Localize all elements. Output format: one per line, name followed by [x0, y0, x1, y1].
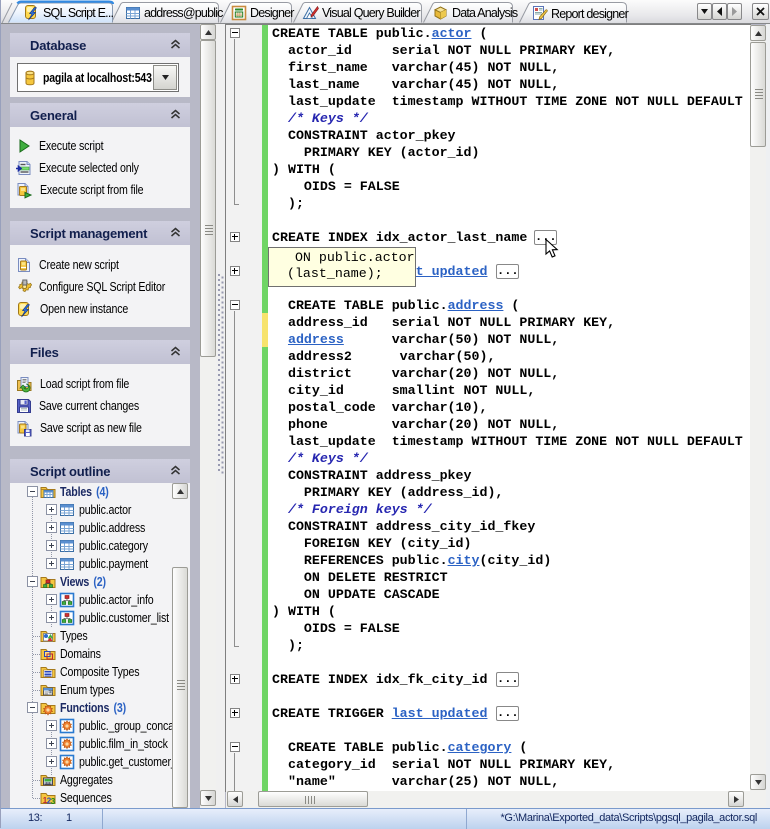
- svg-text:3: 3: [51, 797, 56, 806]
